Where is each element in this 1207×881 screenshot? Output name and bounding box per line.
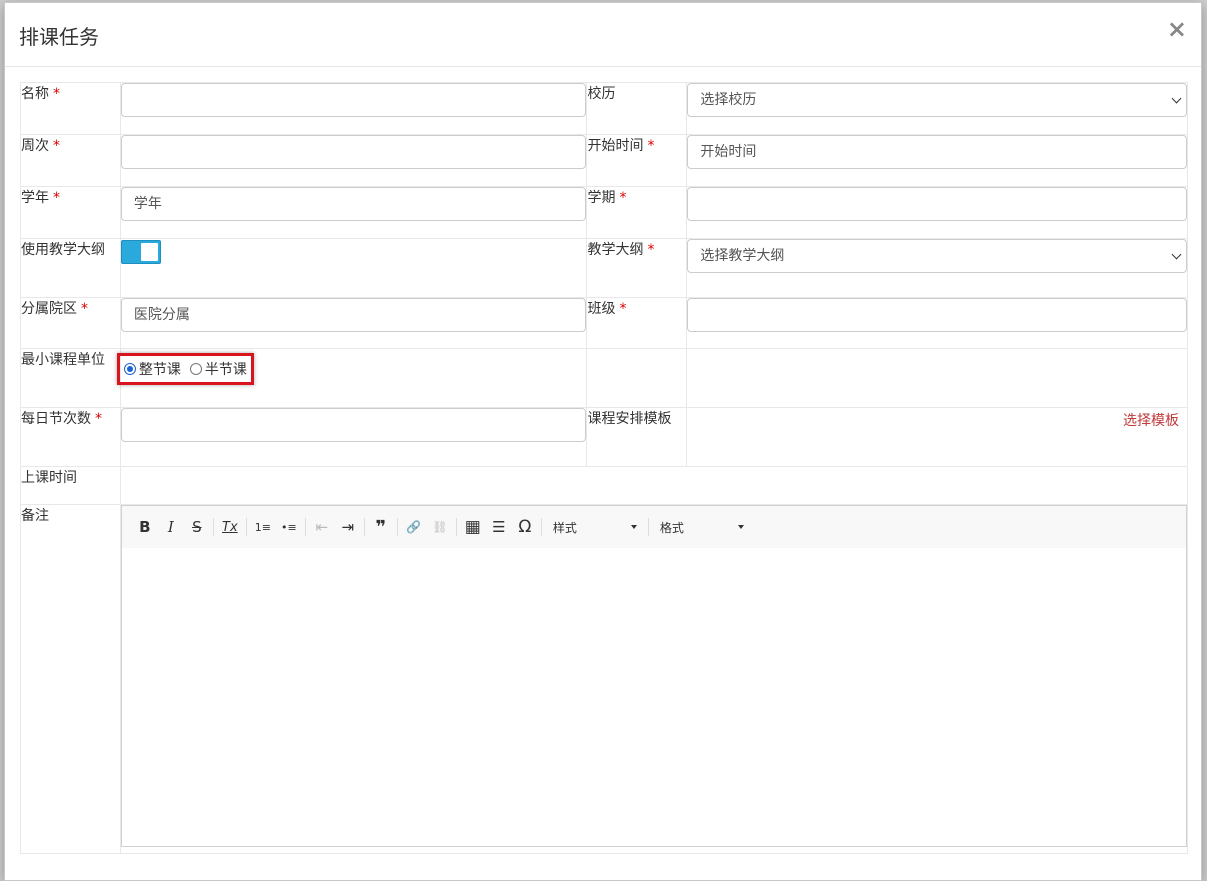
syllabus-label: 教学大纲 * [586,238,688,298]
start-time-label: 开始时间 * [586,134,688,187]
chevron-down-icon [1171,249,1182,260]
unlink-button[interactable]: ⛓ [427,514,453,540]
term-input[interactable] [687,187,1187,221]
toolbar-separator [396,518,398,536]
indent-button[interactable]: ⇥ [335,514,361,540]
radio-half-class[interactable] [189,363,202,375]
strikethrough-button[interactable]: S [184,514,210,540]
modal-header: 排课任务 × [5,3,1201,67]
numbered-list-button[interactable]: 1≡ [250,514,276,540]
campus-input[interactable]: 医院分属 [120,298,587,332]
bulleted-list-button[interactable]: •≡ [276,514,302,540]
min-unit-label: 最小课程单位 [20,348,121,408]
rich-text-editor: B I S Tx 1≡ •≡ ⇤ ⇥ ❞ 🔗 ⛓ ▦ ☰ Ω 样式 格式 [120,505,1187,847]
daily-sessions-input[interactable] [120,408,587,442]
toolbar-separator [304,518,306,536]
special-char-button[interactable]: Ω [512,514,538,540]
editor-toolbar: B I S Tx 1≡ •≡ ⇤ ⇥ ❞ 🔗 ⛓ ▦ ☰ Ω 样式 格式 [121,506,1186,549]
syllabus-select[interactable]: 选择教学大纲 [687,239,1187,273]
radio-whole-class[interactable] [123,363,136,375]
toolbar-separator [540,518,542,536]
caret-down-icon [630,525,637,529]
week-input[interactable] [120,135,587,169]
link-button[interactable]: 🔗 [401,514,427,540]
radio-whole-class-label[interactable]: 整节课 [139,359,181,379]
week-label: 周次 * [20,134,121,187]
style-dropdown[interactable]: 样式 [545,514,645,540]
blockquote-button[interactable]: ❞ [368,514,394,540]
use-syllabus-toggle[interactable] [120,240,161,264]
toolbar-separator [363,518,365,536]
table-button[interactable]: ▦ [460,514,486,540]
task-form: 名称 * 校历 选择校历 周次 * 开始时间 * 开始时间 学年 * 学年 学期 * 使用… [20,82,1189,854]
use-syllabus-label: 使用教学大纲 [20,238,121,298]
year-label: 学年 * [20,186,121,239]
toggle-knob [140,243,158,261]
term-label: 学期 * [586,186,688,239]
close-icon[interactable]: × [1167,17,1187,41]
empty-cell [686,348,1188,408]
modal-dialog: 排课任务 × 名称 * 校历 选择校历 周次 * 开始时间 * 开始时间 学年 * 学年… [4,2,1202,881]
toolbar-separator [245,518,247,536]
bold-button[interactable]: B [132,514,158,540]
toolbar-separator [212,518,214,536]
toolbar-separator [455,518,457,536]
class-time-cell [119,466,1189,505]
empty-cell [586,348,688,408]
outdent-button[interactable]: ⇤ [309,514,335,540]
editor-content-area[interactable] [121,548,1186,846]
modal-title: 排课任务 [19,25,99,49]
italic-button[interactable]: I [158,514,184,540]
daily-sessions-label: 每日节次数 * [20,407,121,467]
class-time-label: 上课时间 [20,466,121,505]
min-unit-radio-group: 整节课 半节课 [116,353,254,385]
chevron-down-icon [1171,93,1182,104]
clear-format-button[interactable]: Tx [217,514,243,540]
name-input[interactable] [120,83,587,117]
class-label: 班级 * [586,297,688,349]
start-time-input[interactable]: 开始时间 [687,135,1187,169]
year-input[interactable]: 学年 [120,187,587,221]
format-dropdown[interactable]: 格式 [652,514,752,540]
calendar-select[interactable]: 选择校历 [687,83,1187,117]
caret-down-icon [737,525,744,529]
radio-half-class-label[interactable]: 半节课 [205,359,247,379]
campus-label: 分属院区 * [20,297,121,349]
template-label: 课程安排模板 [586,407,688,467]
calendar-label: 校历 [586,82,688,135]
remarks-label: 备注 [20,504,121,854]
name-label: 名称 * [20,82,121,135]
select-template-link[interactable]: 选择模板 [687,410,1187,430]
class-input[interactable] [687,298,1187,332]
horizontal-line-button[interactable]: ☰ [486,514,512,540]
toolbar-separator [647,518,649,536]
